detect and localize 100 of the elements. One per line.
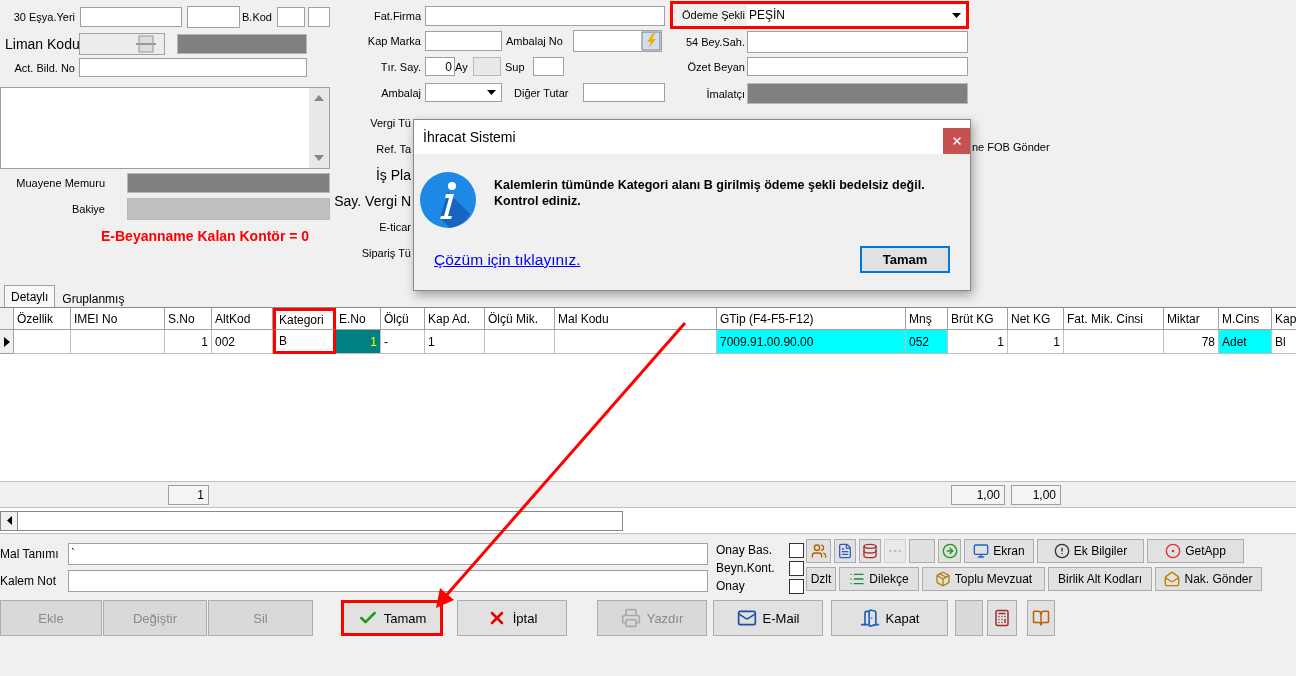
text-field[interactable] (533, 57, 564, 76)
field-label: Sipariş Tü (360, 247, 412, 259)
calculator-button[interactable] (987, 600, 1017, 636)
info-icon (420, 172, 476, 228)
toolbar-button[interactable] (834, 539, 856, 563)
field-label: Ay (455, 60, 469, 73)
edit-icon[interactable] (641, 31, 661, 51)
checkbox[interactable] (789, 560, 804, 576)
toolbar-icon (1164, 571, 1181, 587)
checkbox[interactable] (789, 578, 804, 594)
table-cell: 1 (948, 330, 1008, 354)
field-label: E-ticar (378, 221, 412, 233)
field-label: Ambalaj No (506, 35, 564, 47)
book-button[interactable] (1027, 600, 1055, 636)
button-icon (736, 608, 757, 628)
field-label: Kalem Not (0, 574, 58, 588)
total-field: 1,00 (1011, 484, 1061, 505)
text-field[interactable] (79, 58, 307, 77)
lookup-icon[interactable] (136, 35, 156, 53)
total-field: 1,00 (951, 484, 1005, 505)
tab[interactable]: Gruplanmış (55, 289, 132, 307)
toolbar-icon (837, 543, 853, 559)
horizontal-scrollbar[interactable] (0, 510, 623, 531)
text-field[interactable] (747, 31, 968, 53)
tab[interactable]: Detaylı (4, 285, 56, 307)
total-field: 1 (168, 484, 209, 505)
text-field[interactable]: ` (68, 543, 708, 565)
close-button[interactable] (943, 128, 970, 154)
text-field[interactable] (80, 7, 182, 27)
text-field[interactable] (583, 83, 665, 102)
field-label: Ödeme Şekli (681, 9, 746, 21)
table-cell: - (381, 330, 425, 354)
email-button[interactable]: E-Mail (713, 600, 823, 636)
table-cell: 1 (425, 330, 485, 354)
field-label: Kap Marka (366, 35, 422, 47)
toolbar-icon (810, 543, 827, 559)
toolbar-button[interactable]: Birlik Alt Kodları (1048, 567, 1152, 591)
solution-link[interactable]: Çözüm için tıklayınız. (434, 250, 581, 269)
table-cell: 1 (165, 330, 212, 354)
toolbar-button[interactable]: Ekran (964, 539, 1034, 563)
text-field[interactable] (425, 6, 665, 26)
field-label: Liman Kodu (4, 36, 77, 52)
toolbar-button[interactable]: GetApp (1147, 539, 1244, 563)
toolbar-icon (941, 543, 958, 559)
field-label: İmalatçı (705, 87, 746, 100)
scrollbar[interactable] (309, 88, 329, 168)
cancel-button[interactable]: İptal (457, 600, 567, 636)
button-icon (859, 608, 880, 628)
table-cell: 002 (212, 330, 273, 354)
toolbar-icon (849, 571, 866, 587)
close-button[interactable]: Kapat (831, 600, 948, 636)
toolbar-button[interactable] (938, 539, 961, 563)
toolbar-button[interactable]: Nak. Gönder (1155, 567, 1262, 591)
checkbox-label: Onay Bas. (716, 543, 773, 557)
field-label: Özet Beyan (686, 60, 746, 73)
field-label: Act. Bild. No (13, 61, 76, 74)
toolbar-icon (1053, 543, 1070, 559)
text-field[interactable]: 0 (425, 57, 455, 76)
field-label: Ref. Ta (375, 143, 412, 155)
code-field[interactable] (79, 33, 165, 55)
field-label: 30 Eşya.Yeri (12, 11, 76, 23)
toolbar-button[interactable]: Dilekçe (839, 567, 919, 591)
toolbar-button[interactable]: Dzlt (806, 567, 836, 591)
field-label: 54 Bey.Sah. (684, 36, 746, 48)
text-field[interactable] (308, 7, 330, 27)
dialog-title: İhracat Sistemi (423, 129, 516, 145)
checkbox[interactable] (789, 542, 804, 558)
text-field[interactable] (68, 570, 708, 592)
toolbar-button[interactable]: Toplu Mevzuat (922, 567, 1045, 591)
table-cell: 78 (1164, 330, 1219, 354)
toolbar-button[interactable] (859, 539, 881, 563)
ok-button[interactable]: Tamam (341, 600, 443, 636)
table-cell (485, 330, 555, 354)
table-cell (14, 330, 71, 354)
toolbar-icon (934, 571, 951, 587)
dropdown-field[interactable] (425, 83, 502, 102)
table-cell: Adet (1219, 330, 1272, 354)
field-label: İş Pla (375, 167, 412, 183)
field-label: Say. Vergi N (333, 193, 412, 209)
toolbar-button[interactable] (806, 539, 831, 563)
field-label: Muayene Memuru (15, 177, 106, 189)
button-icon (620, 608, 641, 628)
text-field[interactable] (425, 31, 502, 51)
table-cell: 7009.91.00.90.00 (717, 330, 906, 354)
field-label: Diğer Tutar (514, 86, 570, 99)
text-field[interactable] (573, 30, 662, 52)
current-row-icon (3, 336, 10, 347)
dropdown-field[interactable]: PEŞİN (747, 5, 966, 25)
field-label: Bakiye (70, 203, 106, 215)
memo-field[interactable] (0, 87, 330, 169)
toolbar-icon (862, 543, 878, 559)
checkbox-label: Onay (716, 579, 745, 593)
text-field[interactable] (747, 57, 968, 76)
scroll-left-icon[interactable] (6, 516, 12, 525)
blank-button[interactable] (909, 539, 935, 563)
toolbar-button[interactable]: Ek Bilgiler (1037, 539, 1144, 563)
ok-button[interactable]: Tamam (860, 246, 950, 273)
toolbar-icon (973, 543, 990, 559)
text-field[interactable] (187, 6, 240, 28)
text-field[interactable] (277, 7, 305, 27)
